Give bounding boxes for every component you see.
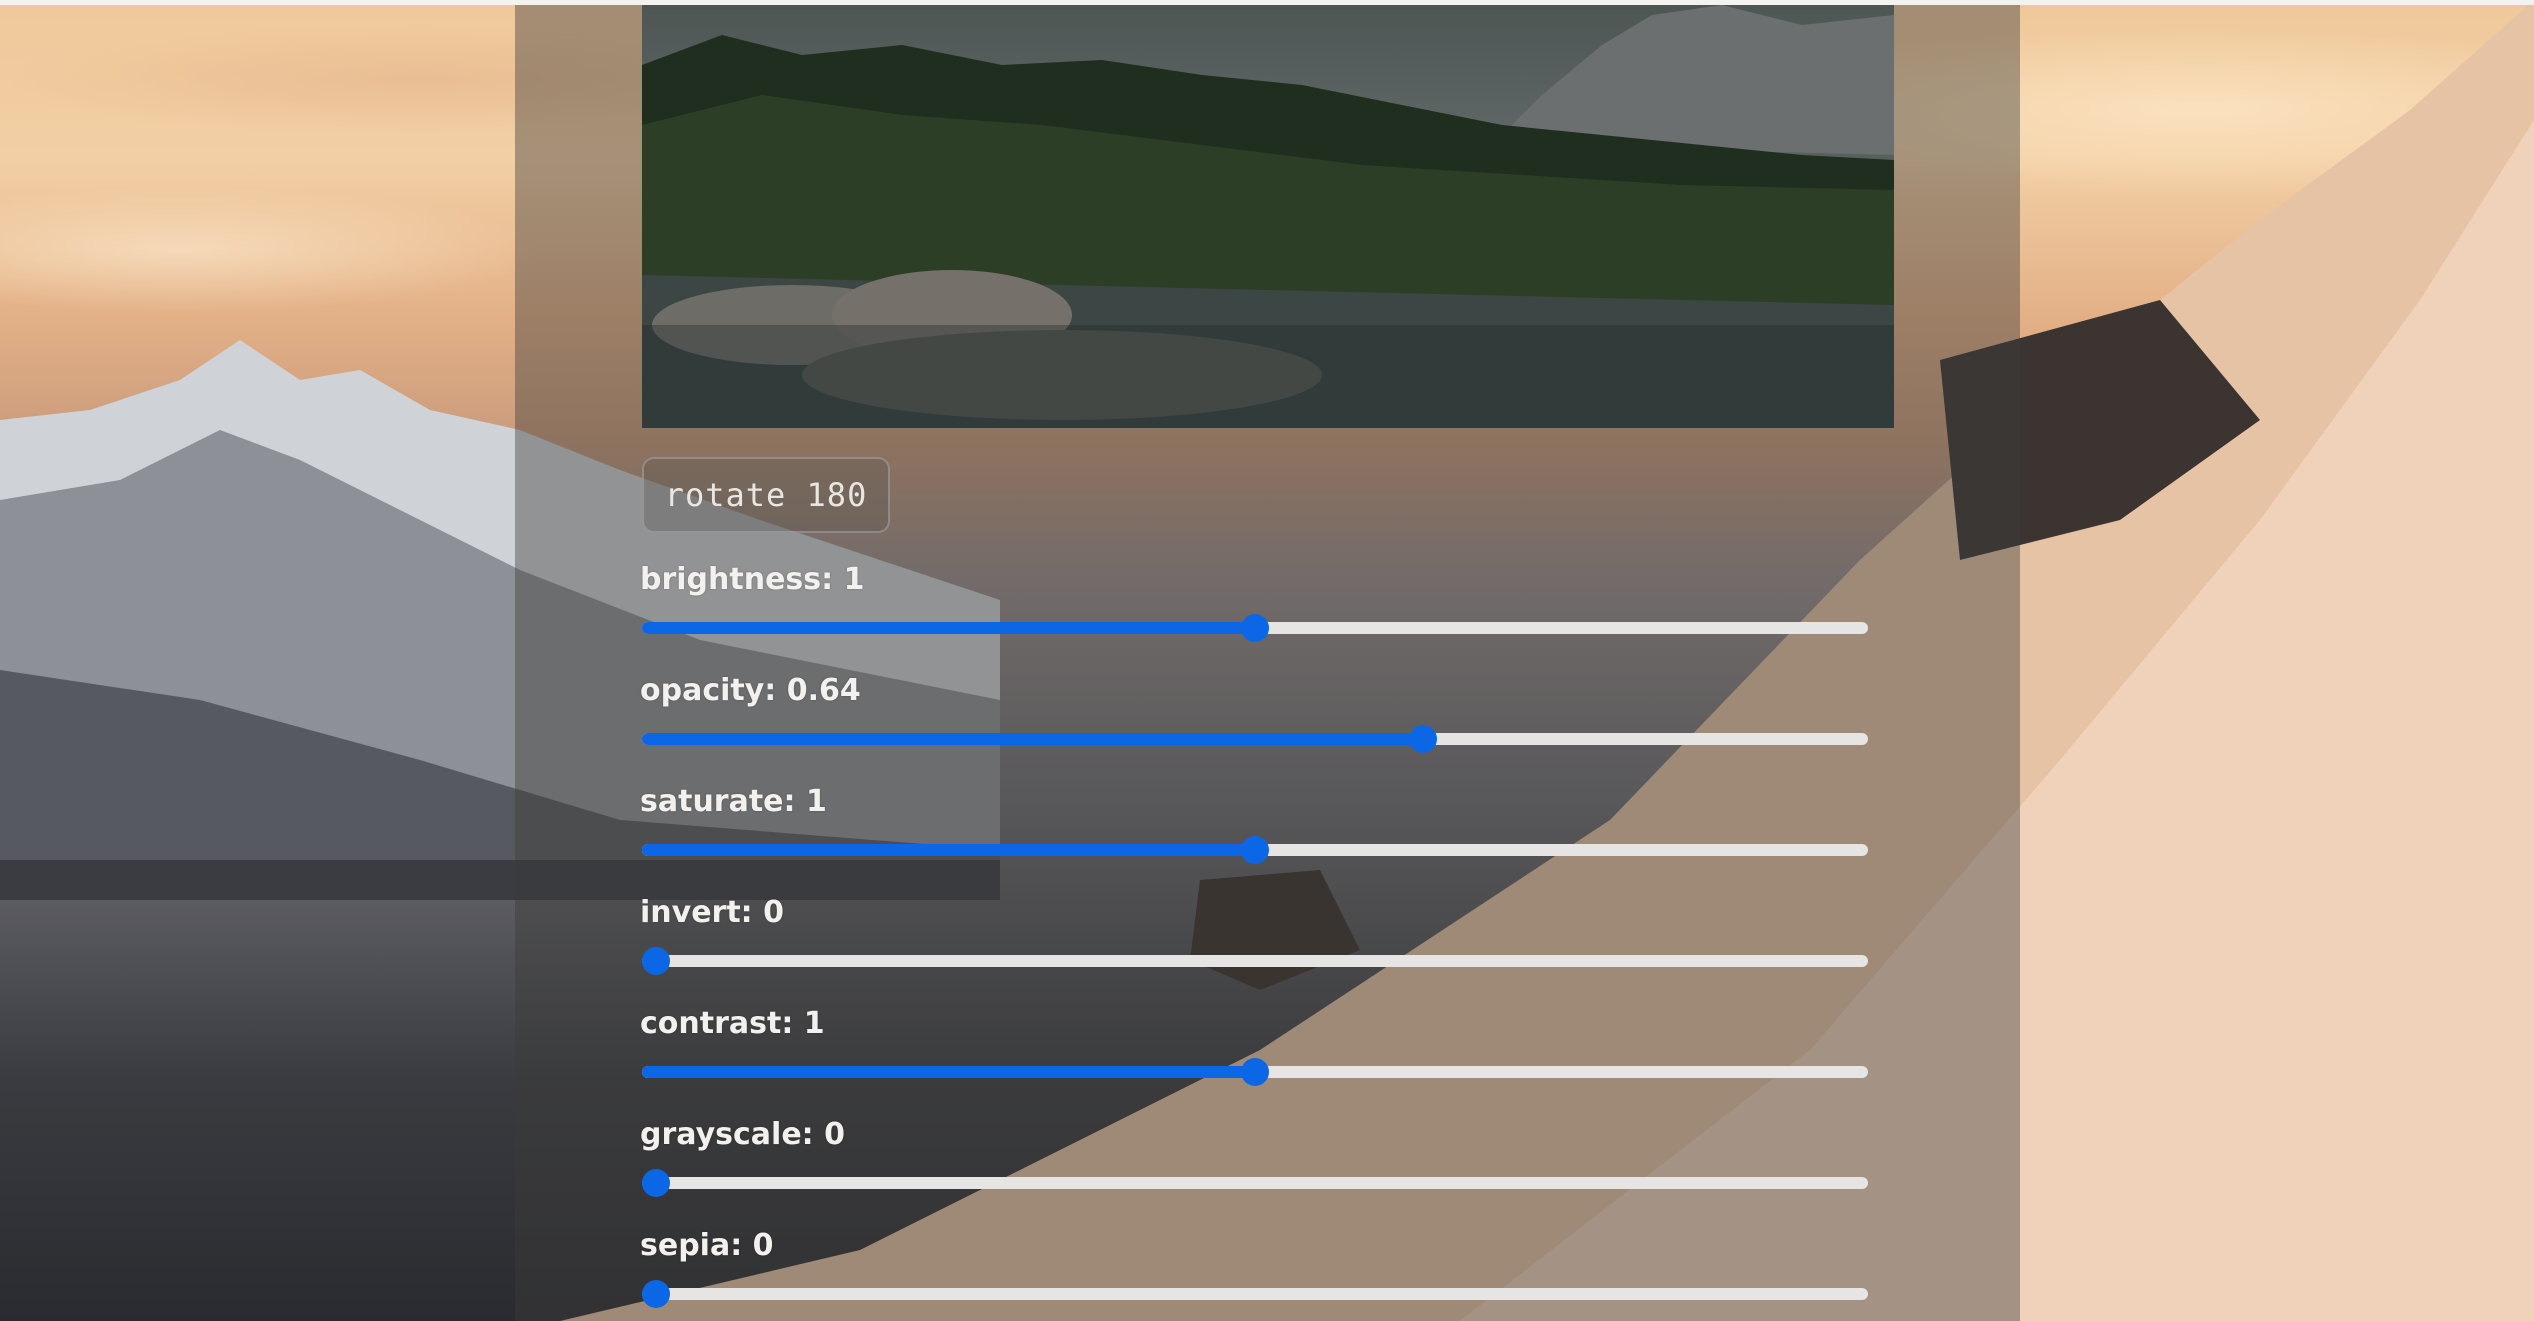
sepia-slider-thumb[interactable]: [642, 1280, 670, 1308]
opacity-label: opacity: 0.64: [640, 673, 861, 708]
contrast-label: contrast: 1: [640, 1006, 825, 1041]
grayscale-slider[interactable]: [642, 1169, 1868, 1197]
invert-control: invert: 0: [640, 895, 1870, 975]
grayscale-label: grayscale: 0: [640, 1117, 845, 1152]
brightness-control: brightness: 1: [640, 562, 1870, 642]
invert-label: invert: 0: [640, 895, 784, 930]
saturate-control: saturate: 1: [640, 784, 1870, 864]
invert-slider-thumb[interactable]: [642, 947, 670, 975]
grayscale-slider-thumb[interactable]: [642, 1169, 670, 1197]
saturate-slider[interactable]: [642, 836, 1868, 864]
opacity-slider-thumb[interactable]: [1408, 725, 1437, 753]
contrast-slider[interactable]: [642, 1058, 1868, 1086]
saturate-slider-fill: [642, 844, 1255, 856]
opacity-slider[interactable]: [642, 725, 1868, 753]
sepia-label: sepia: 0: [640, 1228, 774, 1263]
rotate-180-button[interactable]: rotate 180: [642, 457, 890, 533]
brightness-slider-thumb[interactable]: [1241, 614, 1269, 642]
opacity-control: opacity: 0.64: [640, 673, 1870, 753]
brightness-slider[interactable]: [642, 614, 1868, 642]
preview-image: [642, 5, 1894, 428]
contrast-control: contrast: 1: [640, 1006, 1870, 1086]
brightness-label: brightness: 1: [640, 562, 865, 597]
invert-slider[interactable]: [642, 947, 1868, 975]
opacity-slider-fill: [642, 733, 1423, 745]
saturate-slider-thumb[interactable]: [1241, 836, 1269, 864]
brightness-slider-fill: [642, 622, 1255, 634]
sepia-control: sepia: 0: [640, 1228, 1870, 1308]
saturate-label: saturate: 1: [640, 784, 827, 819]
grayscale-control: grayscale: 0: [640, 1117, 1870, 1197]
contrast-slider-fill: [642, 1066, 1255, 1078]
contrast-slider-thumb[interactable]: [1241, 1058, 1269, 1086]
sepia-slider[interactable]: [642, 1280, 1868, 1308]
